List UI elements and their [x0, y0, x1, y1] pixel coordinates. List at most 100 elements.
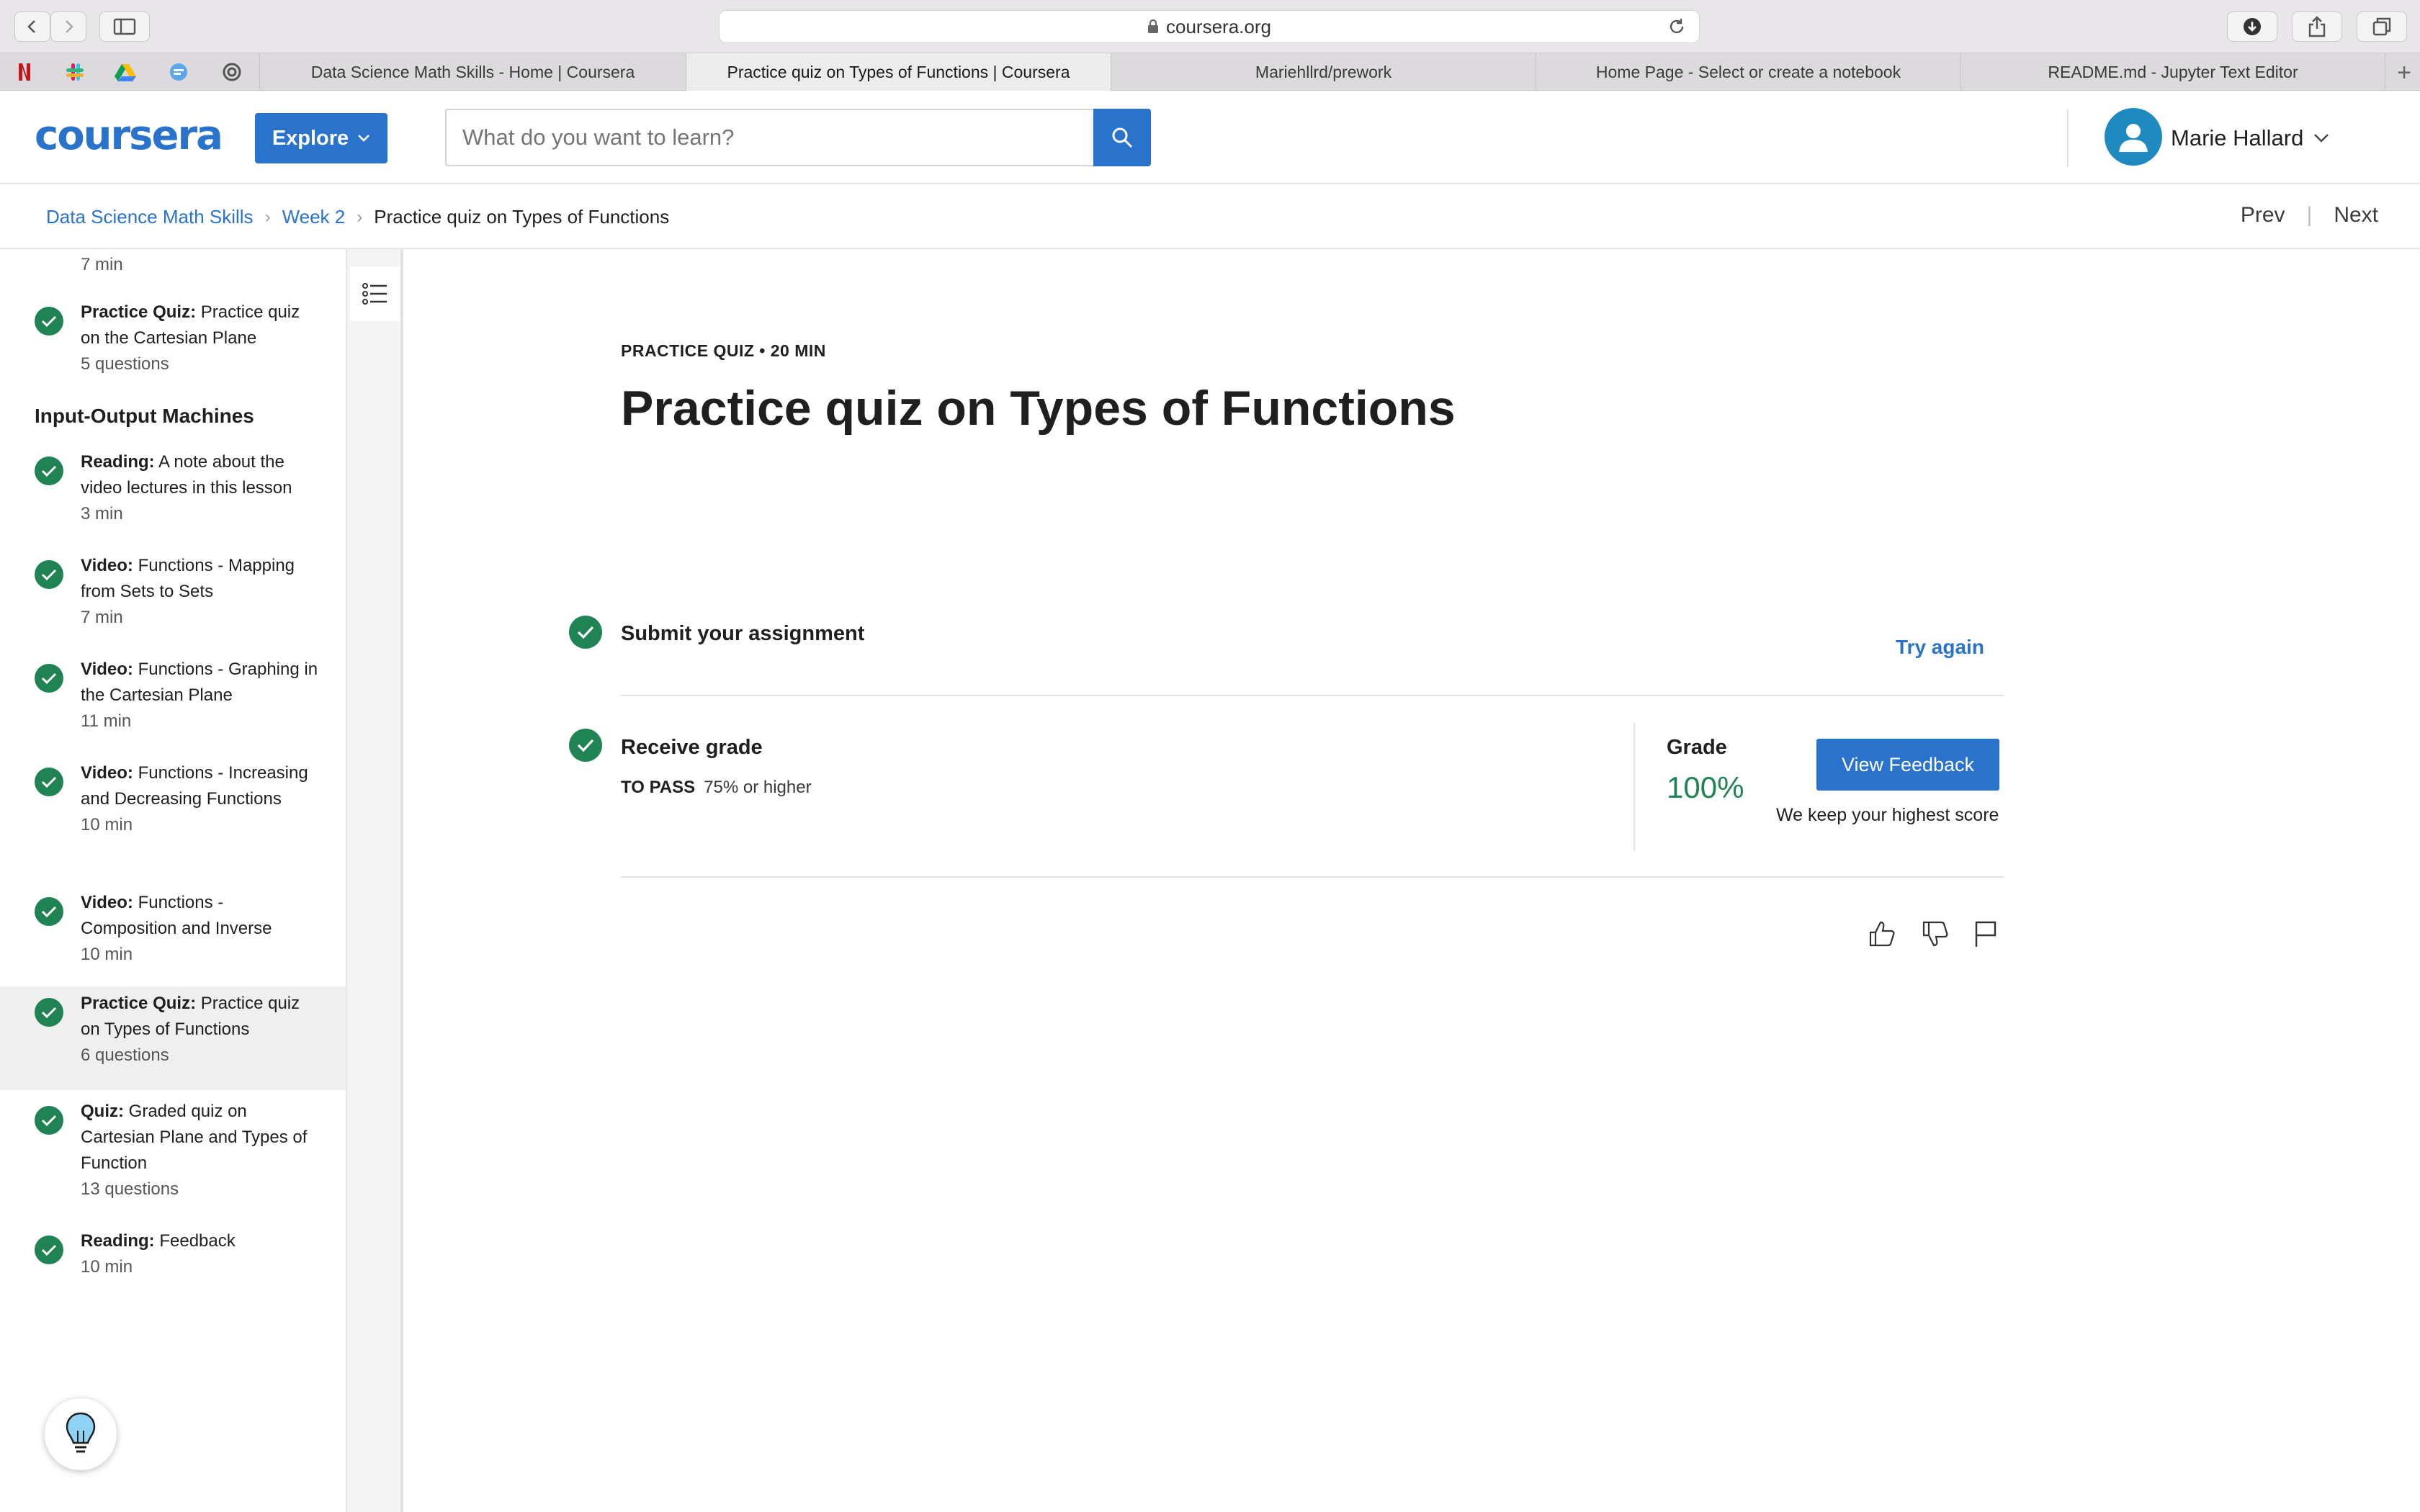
like-button[interactable] [1865, 917, 1899, 950]
try-again-link[interactable]: Try again [1896, 636, 1984, 659]
tab-bar: Data Science Math Skills - Home | Course… [0, 53, 2420, 91]
sidebar-rail [347, 249, 403, 1512]
item-type: Quiz: [81, 1102, 124, 1121]
drive-favorite-icon[interactable] [114, 60, 137, 84]
tab-label: Data Science Math Skills - Home | Course… [310, 62, 635, 81]
slack-favorite-icon[interactable] [63, 60, 86, 84]
nav-separator: | [2306, 203, 2313, 227]
item-title: Feedback [159, 1231, 236, 1251]
tab-course-home[interactable]: Data Science Math Skills - Home | Course… [259, 53, 686, 91]
item-type: Video: [81, 660, 133, 679]
address-bar[interactable]: coursera.org [719, 10, 1700, 43]
reload-icon[interactable] [1667, 17, 1686, 36]
sidebar-item-reading-note[interactable]: Reading: A note about the video lectures… [0, 449, 346, 550]
breadcrumb-week-link[interactable]: Week 2 [282, 206, 346, 228]
check-circle-icon [35, 664, 63, 693]
sidebar-item-video-graphing[interactable]: Video: Functions - Graphing in the Carte… [0, 657, 346, 757]
tab-practice-quiz[interactable]: Practice quiz on Types of Functions | Co… [686, 53, 1111, 91]
sidebar-item-video-mapping[interactable]: Video: Functions - Mapping from Sets to … [0, 553, 346, 654]
item-type: Reading: [81, 452, 155, 472]
tab-label: Mariehllrd/prework [1255, 62, 1392, 81]
tab-jupyter-home[interactable]: Home Page - Select or create a notebook [1536, 53, 1960, 91]
chevron-down-icon [2314, 134, 2329, 143]
flag-icon [1975, 921, 1996, 947]
item-meta: 10 min [81, 1257, 133, 1277]
check-circle-icon [35, 560, 63, 589]
receive-step-title: Receive grade [621, 736, 763, 759]
tab-prework-repo[interactable]: Mariehllrd/prework [1111, 53, 1536, 91]
next-link[interactable]: Next [2334, 203, 2378, 228]
check-circle-icon [35, 768, 63, 796]
sidebar-item-types-practice-quiz[interactable]: Practice Quiz: Practice quiz on Types of… [0, 986, 346, 1090]
search-icon [1112, 127, 1133, 148]
dislike-button[interactable] [1919, 917, 1952, 950]
coursera-logo[interactable]: coursera [35, 112, 223, 159]
item-type: Video: [81, 763, 133, 783]
sidebar-item-reading-feedback[interactable]: Reading: Feedback 10 min [0, 1228, 346, 1300]
share-icon [2308, 16, 2326, 37]
sidebar-item-video-increasing[interactable]: Video: Functions - Increasing and Decrea… [0, 760, 346, 887]
back-button[interactable] [14, 12, 50, 42]
item-type: Video: [81, 893, 133, 912]
check-circle-icon [569, 616, 602, 649]
header-divider [2067, 109, 2069, 167]
search-button[interactable] [1093, 109, 1151, 166]
forward-button[interactable] [50, 12, 86, 42]
user-icon [2119, 124, 2148, 152]
pass-requirement: TO PASS 75% or higher [621, 778, 812, 798]
pass-label: TO PASS [621, 778, 696, 797]
divider [621, 876, 2004, 878]
check-circle-icon [35, 307, 63, 336]
toggle-outline-button[interactable] [350, 266, 400, 321]
sidebar-icon [113, 18, 136, 35]
explore-label: Explore [272, 126, 349, 150]
sidebar-item-cartesian-practice-quiz[interactable]: Practice Quiz: Practice quiz on the Cart… [0, 300, 346, 395]
submit-step-title: Submit your assignment [621, 622, 865, 645]
grade-value: 100% [1667, 770, 1744, 804]
prev-link[interactable]: Prev [2241, 203, 2285, 228]
check-circle-icon [569, 729, 602, 762]
download-icon [2244, 18, 2261, 35]
sidebar-item-video-composition[interactable]: Video: Functions - Composition and Inver… [0, 890, 346, 991]
item-meta: 6 questions [81, 1045, 169, 1065]
check-circle-icon [35, 897, 63, 926]
tab-readme-editor[interactable]: README.md - Jupyter Text Editor [1960, 53, 2385, 91]
item-eyebrow: PRACTICE QUIZ • 20 MIN [621, 341, 826, 360]
grade-divider [1634, 723, 1635, 851]
new-tab-button[interactable]: + [2397, 59, 2411, 87]
sidebar-toggle-button[interactable] [99, 12, 150, 42]
item-meta: 5 questions [81, 354, 169, 374]
check-circle-icon [35, 1236, 63, 1264]
report-button[interactable] [1969, 917, 2002, 950]
tabs-overview-icon [2372, 17, 2391, 36]
chevron-right-icon: › [264, 207, 271, 227]
spiral-favorite-icon[interactable] [220, 60, 243, 84]
item-meta: 11 min [81, 711, 132, 731]
thumbs-down-icon [1922, 921, 1948, 947]
list-icon [362, 283, 387, 305]
item-meta: 7 min [81, 255, 123, 274]
user-menu[interactable]: Marie Hallard [2171, 125, 2329, 151]
help-button[interactable] [45, 1398, 117, 1470]
netflix-favorite-icon[interactable] [13, 60, 36, 84]
explore-button[interactable]: Explore [255, 113, 387, 163]
site-header: coursera Explore Marie Hallard [0, 91, 2420, 184]
sidebar-item-graded-quiz[interactable]: Quiz: Graded quiz on Cartesian Plane and… [0, 1099, 346, 1225]
view-feedback-button[interactable]: View Feedback [1816, 739, 1999, 791]
share-button[interactable] [2292, 12, 2342, 42]
chevron-right-icon [66, 20, 73, 33]
item-type: Practice Quiz: [81, 994, 197, 1013]
prev-next-nav: Prev | Next [2241, 203, 2378, 228]
check-circle-icon [35, 1106, 63, 1135]
tab-label: README.md - Jupyter Text Editor [2048, 62, 2298, 81]
downloads-button[interactable] [2227, 12, 2277, 42]
chat-favorite-icon[interactable] [167, 60, 190, 84]
breadcrumb-course-link[interactable]: Data Science Math Skills [46, 206, 254, 228]
lightbulb-icon [66, 1412, 96, 1453]
item-meta: 3 min [81, 504, 123, 523]
search-input[interactable] [445, 109, 1093, 166]
avatar[interactable] [2105, 108, 2162, 166]
breadcrumb-current: Practice quiz on Types of Functions [374, 206, 670, 228]
tab-overview-button[interactable] [2357, 12, 2407, 42]
thumbs-up-icon [1869, 921, 1895, 947]
